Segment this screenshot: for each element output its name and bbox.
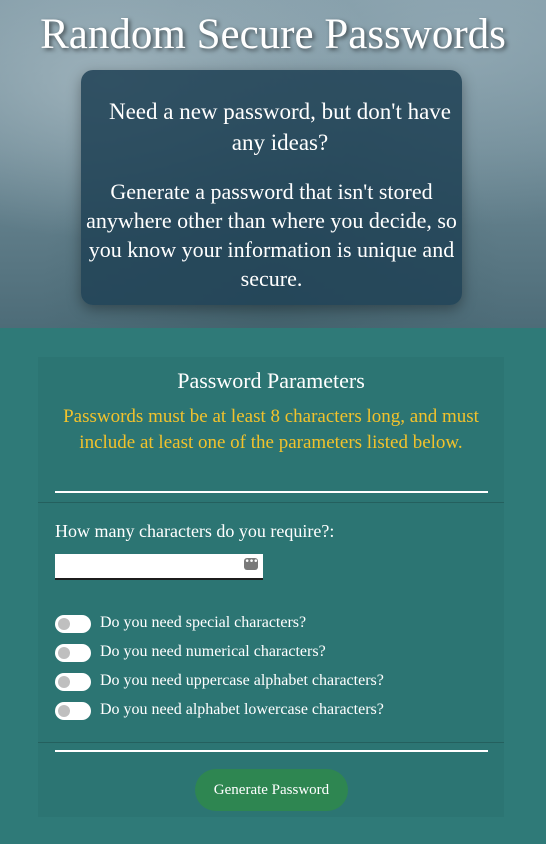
- intro-card: Need a new password, but don't have any …: [81, 70, 462, 305]
- intro-description: Generate a password that isn't stored an…: [86, 179, 457, 291]
- top-divider: [38, 502, 504, 503]
- toggle-knob: [58, 647, 70, 659]
- special-characters-toggle[interactable]: [55, 615, 91, 633]
- intro-question: Need a new password, but don't have any …: [108, 99, 452, 155]
- uppercase-characters-toggle[interactable]: [55, 673, 91, 691]
- length-label: How many characters do you require?:: [55, 521, 335, 541]
- page-title: Random Secure Passwords: [40, 11, 506, 58]
- special-characters-label[interactable]: Do you need special characters?: [100, 611, 306, 635]
- toggle-knob: [58, 676, 70, 688]
- numerical-characters-label[interactable]: Do you need numerical characters?: [100, 640, 326, 664]
- parameters-note: Passwords must be at least 8 characters …: [63, 406, 479, 453]
- bottom-rule: [55, 750, 488, 752]
- toggle-knob: [58, 618, 70, 630]
- key-icon[interactable]: •••: [244, 558, 258, 570]
- toggle-knob: [58, 705, 70, 717]
- parameters-title: Password Parameters: [177, 368, 365, 393]
- generate-password-button[interactable]: Generate Password: [195, 769, 348, 811]
- numerical-characters-toggle[interactable]: [55, 644, 91, 662]
- bottom-divider: [38, 742, 504, 743]
- uppercase-characters-label[interactable]: Do you need uppercase alphabet character…: [100, 669, 384, 693]
- top-rule: [55, 491, 488, 493]
- lowercase-characters-label[interactable]: Do you need alphabet lowercase character…: [100, 698, 384, 722]
- length-input[interactable]: [55, 554, 263, 580]
- lowercase-characters-toggle[interactable]: [55, 702, 91, 720]
